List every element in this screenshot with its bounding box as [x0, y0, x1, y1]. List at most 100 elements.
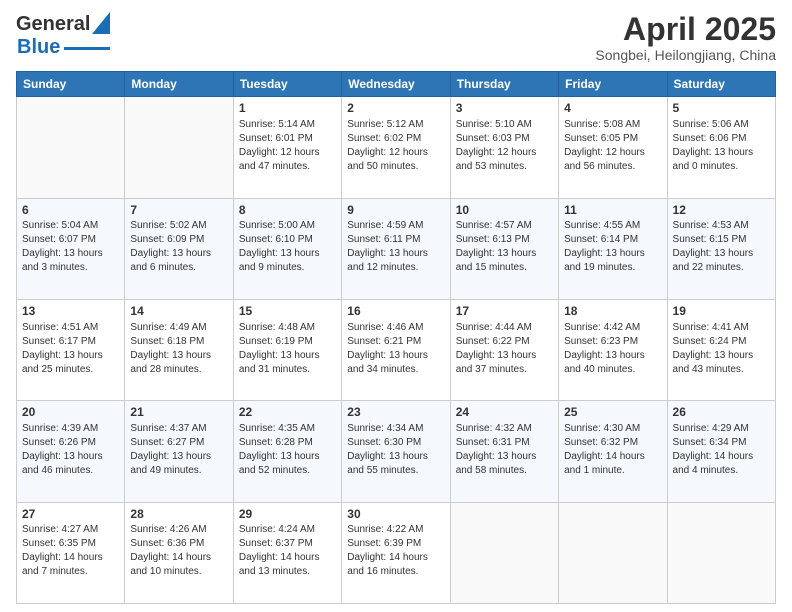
logo-brand: General — [16, 12, 110, 36]
day-info: Sunset: 6:11 PM — [347, 233, 444, 247]
day-number: 29 — [239, 506, 336, 523]
table-row: 28Sunrise: 4:26 AMSunset: 6:36 PMDayligh… — [125, 502, 233, 603]
day-info: Daylight: 13 hours and 52 minutes. — [239, 450, 336, 478]
day-info: Sunrise: 5:06 AM — [673, 118, 770, 132]
table-row: 9Sunrise: 4:59 AMSunset: 6:11 PMDaylight… — [342, 198, 450, 299]
day-number: 10 — [456, 202, 553, 219]
day-number: 23 — [347, 404, 444, 421]
day-info: Sunset: 6:28 PM — [239, 436, 336, 450]
logo-blue-text: Blue — [17, 36, 60, 59]
table-row: 16Sunrise: 4:46 AMSunset: 6:21 PMDayligh… — [342, 299, 450, 400]
day-info: Sunrise: 5:00 AM — [239, 219, 336, 233]
day-info: Sunrise: 5:02 AM — [130, 219, 227, 233]
day-info: Sunrise: 4:26 AM — [130, 523, 227, 537]
calendar-week-row: 6Sunrise: 5:04 AMSunset: 6:07 PMDaylight… — [17, 198, 776, 299]
day-info: Sunset: 6:15 PM — [673, 233, 770, 247]
day-info: Sunrise: 4:39 AM — [22, 422, 119, 436]
table-row — [450, 502, 558, 603]
day-info: Daylight: 14 hours and 10 minutes. — [130, 551, 227, 579]
day-number: 4 — [564, 100, 661, 117]
table-row: 2Sunrise: 5:12 AMSunset: 6:02 PMDaylight… — [342, 97, 450, 198]
day-info: Sunset: 6:17 PM — [22, 335, 119, 349]
day-info: Sunset: 6:03 PM — [456, 132, 553, 146]
day-info: Daylight: 14 hours and 4 minutes. — [673, 450, 770, 478]
table-row: 21Sunrise: 4:37 AMSunset: 6:27 PMDayligh… — [125, 401, 233, 502]
day-number: 13 — [22, 303, 119, 320]
day-info: Daylight: 12 hours and 47 minutes. — [239, 146, 336, 174]
day-info: Daylight: 13 hours and 3 minutes. — [22, 247, 119, 275]
col-tuesday: Tuesday — [233, 72, 341, 97]
day-info: Sunset: 6:19 PM — [239, 335, 336, 349]
day-info: Sunrise: 4:55 AM — [564, 219, 661, 233]
table-row: 1Sunrise: 5:14 AMSunset: 6:01 PMDaylight… — [233, 97, 341, 198]
table-row: 15Sunrise: 4:48 AMSunset: 6:19 PMDayligh… — [233, 299, 341, 400]
title-section: April 2025 Songbei, Heilongjiang, China — [595, 12, 776, 63]
day-info: Sunset: 6:31 PM — [456, 436, 553, 450]
logo-blue-line: Blue — [16, 36, 110, 59]
day-info: Daylight: 13 hours and 15 minutes. — [456, 247, 553, 275]
day-number: 5 — [673, 100, 770, 117]
day-number: 26 — [673, 404, 770, 421]
day-number: 9 — [347, 202, 444, 219]
table-row: 5Sunrise: 5:06 AMSunset: 6:06 PMDaylight… — [667, 97, 775, 198]
day-info: Sunset: 6:34 PM — [673, 436, 770, 450]
table-row: 17Sunrise: 4:44 AMSunset: 6:22 PMDayligh… — [450, 299, 558, 400]
table-row: 18Sunrise: 4:42 AMSunset: 6:23 PMDayligh… — [559, 299, 667, 400]
day-info: Sunset: 6:32 PM — [564, 436, 661, 450]
day-number: 17 — [456, 303, 553, 320]
logo-general-text: General — [16, 13, 90, 36]
day-info: Sunrise: 4:32 AM — [456, 422, 553, 436]
day-info: Sunrise: 5:12 AM — [347, 118, 444, 132]
day-info: Daylight: 13 hours and 9 minutes. — [239, 247, 336, 275]
day-info: Daylight: 13 hours and 40 minutes. — [564, 349, 661, 377]
day-info: Sunrise: 5:04 AM — [22, 219, 119, 233]
day-info: Sunset: 6:18 PM — [130, 335, 227, 349]
day-info: Daylight: 13 hours and 49 minutes. — [130, 450, 227, 478]
day-number: 8 — [239, 202, 336, 219]
day-number: 6 — [22, 202, 119, 219]
day-info: Sunset: 6:13 PM — [456, 233, 553, 247]
day-info: Daylight: 13 hours and 31 minutes. — [239, 349, 336, 377]
logo: General Blue — [16, 12, 110, 59]
col-wednesday: Wednesday — [342, 72, 450, 97]
day-info: Daylight: 14 hours and 7 minutes. — [22, 551, 119, 579]
table-row: 13Sunrise: 4:51 AMSunset: 6:17 PMDayligh… — [17, 299, 125, 400]
day-info: Sunrise: 4:48 AM — [239, 321, 336, 335]
day-info: Sunrise: 4:53 AM — [673, 219, 770, 233]
day-number: 19 — [673, 303, 770, 320]
day-info: Daylight: 13 hours and 6 minutes. — [130, 247, 227, 275]
table-row: 12Sunrise: 4:53 AMSunset: 6:15 PMDayligh… — [667, 198, 775, 299]
day-number: 24 — [456, 404, 553, 421]
calendar-week-row: 1Sunrise: 5:14 AMSunset: 6:01 PMDaylight… — [17, 97, 776, 198]
day-info: Sunrise: 4:34 AM — [347, 422, 444, 436]
logo-triangle-icon — [92, 12, 110, 34]
col-monday: Monday — [125, 72, 233, 97]
day-info: Sunrise: 4:57 AM — [456, 219, 553, 233]
day-info: Sunset: 6:23 PM — [564, 335, 661, 349]
day-info: Daylight: 13 hours and 37 minutes. — [456, 349, 553, 377]
table-row: 10Sunrise: 4:57 AMSunset: 6:13 PMDayligh… — [450, 198, 558, 299]
table-row: 8Sunrise: 5:00 AMSunset: 6:10 PMDaylight… — [233, 198, 341, 299]
day-info: Sunrise: 4:29 AM — [673, 422, 770, 436]
table-row: 24Sunrise: 4:32 AMSunset: 6:31 PMDayligh… — [450, 401, 558, 502]
day-info: Sunset: 6:30 PM — [347, 436, 444, 450]
calendar-header-row: Sunday Monday Tuesday Wednesday Thursday… — [17, 72, 776, 97]
day-number: 1 — [239, 100, 336, 117]
col-thursday: Thursday — [450, 72, 558, 97]
day-number: 16 — [347, 303, 444, 320]
day-info: Sunrise: 4:35 AM — [239, 422, 336, 436]
day-number: 2 — [347, 100, 444, 117]
day-info: Daylight: 13 hours and 34 minutes. — [347, 349, 444, 377]
day-info: Daylight: 13 hours and 0 minutes. — [673, 146, 770, 174]
day-info: Sunset: 6:27 PM — [130, 436, 227, 450]
day-info: Sunrise: 4:51 AM — [22, 321, 119, 335]
day-info: Daylight: 13 hours and 55 minutes. — [347, 450, 444, 478]
day-info: Daylight: 13 hours and 43 minutes. — [673, 349, 770, 377]
day-number: 22 — [239, 404, 336, 421]
day-info: Sunset: 6:36 PM — [130, 537, 227, 551]
calendar-week-row: 13Sunrise: 4:51 AMSunset: 6:17 PM Dayligh… — [17, 299, 776, 400]
day-info: Sunset: 6:01 PM — [239, 132, 336, 146]
table-row — [559, 502, 667, 603]
day-info: Sunset: 6:35 PM — [22, 537, 119, 551]
table-row: 6Sunrise: 5:04 AMSunset: 6:07 PMDaylight… — [17, 198, 125, 299]
